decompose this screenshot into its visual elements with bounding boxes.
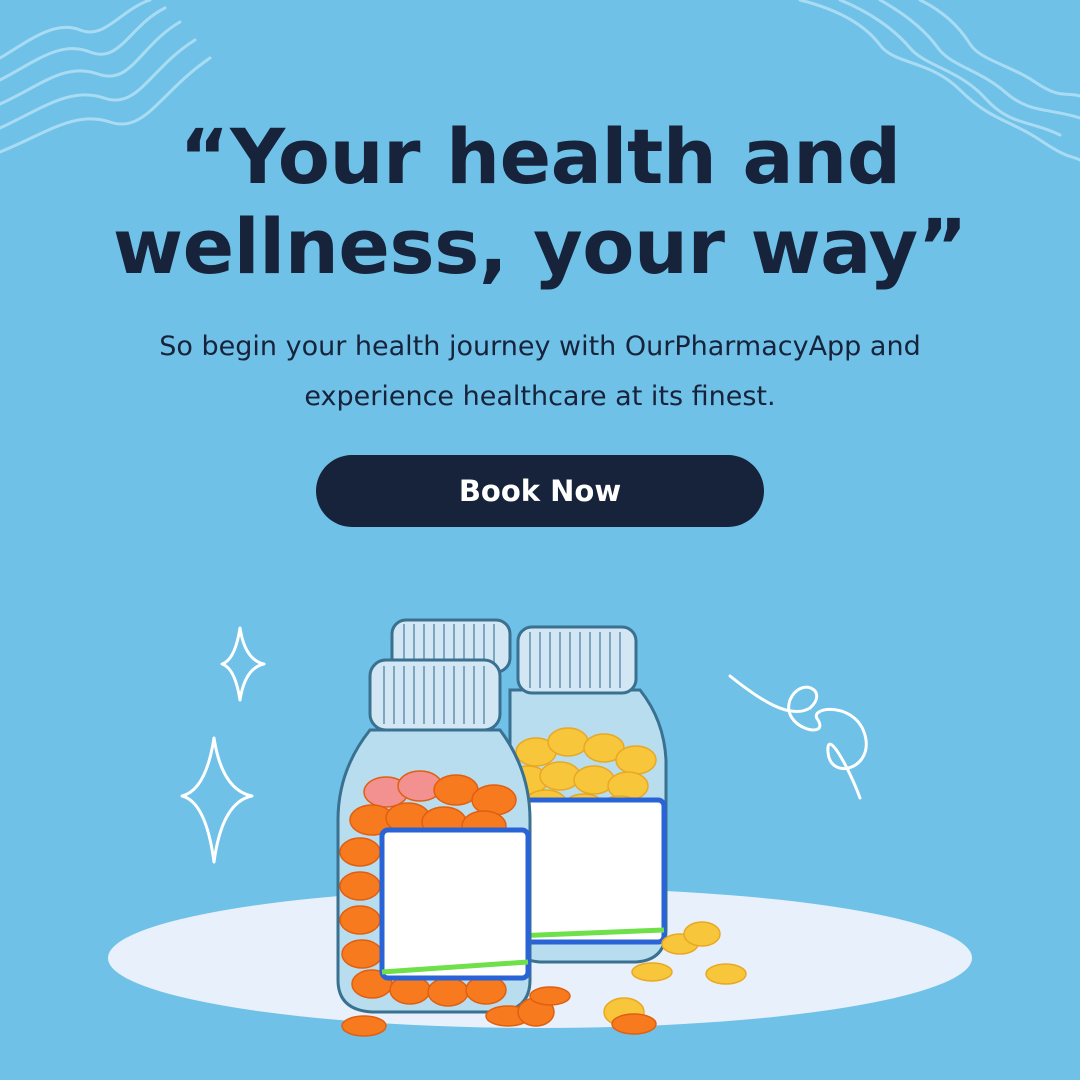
promo-canvas: “Your health and wellness, your way” So … xyxy=(0,0,1080,1080)
sparkle-icon xyxy=(180,626,266,864)
pill-bottles-illustration xyxy=(108,618,972,1037)
squiggle-icon xyxy=(728,674,868,800)
pill-bottle-icon-yellow xyxy=(507,625,668,964)
pill-bottle-icon-orange xyxy=(336,658,532,1014)
